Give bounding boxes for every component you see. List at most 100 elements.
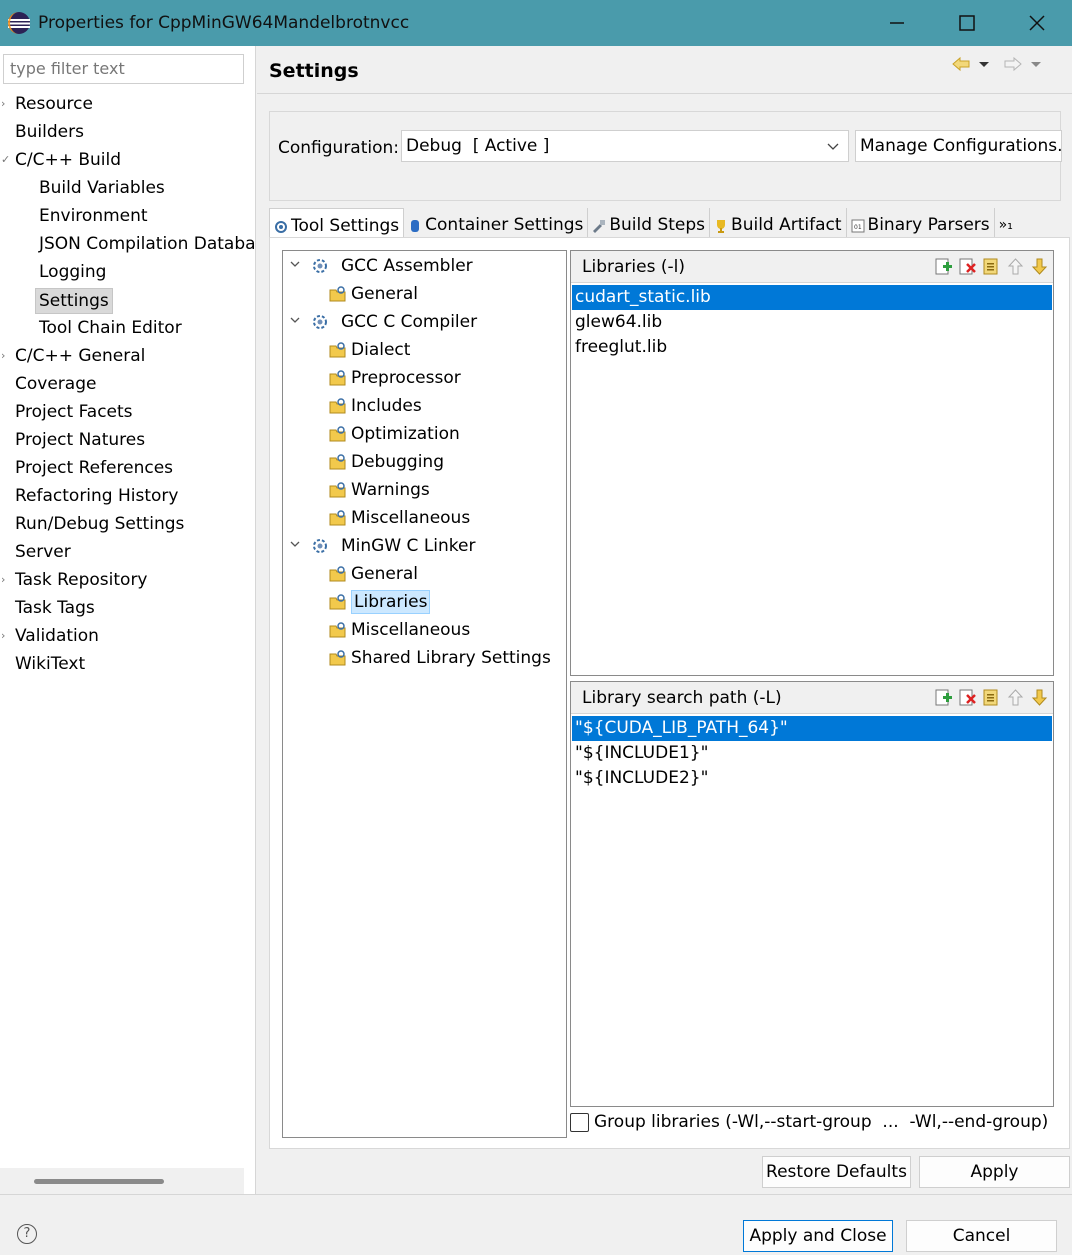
nav-item[interactable]: Environment — [0, 202, 256, 230]
tree-option-node[interactable]: General — [329, 281, 418, 307]
expanded-arrow-icon[interactable]: ✓ — [1, 146, 11, 174]
nav-item[interactable]: Project Natures — [0, 426, 256, 454]
group-libraries-checkbox[interactable]: Group libraries (-Wl,--start-group ... -… — [570, 1112, 1048, 1132]
search-path-title: Library search path (-L) — [582, 688, 782, 708]
nav-item[interactable]: › Task Repository — [0, 566, 256, 594]
tree-option-node[interactable]: Dialect — [329, 337, 410, 363]
expand-chevron-icon[interactable] — [289, 533, 303, 559]
collapsed-arrow-icon[interactable]: › — [1, 622, 11, 650]
trophy-icon — [714, 218, 728, 233]
add-icon[interactable] — [934, 688, 953, 707]
nav-item[interactable]: ✓ C/C++ Build — [0, 146, 256, 174]
nav-item-label: C/C++ General — [15, 346, 146, 366]
collapsed-arrow-icon[interactable]: › — [1, 342, 11, 370]
tree-tool-node[interactable]: MinGW C Linker — [289, 533, 475, 559]
tree-option-node[interactable]: Debugging — [329, 449, 444, 475]
configuration-select[interactable]: Debug [ Active ] — [401, 130, 849, 162]
checkbox-box[interactable] — [570, 1112, 589, 1132]
delete-icon[interactable] — [958, 257, 977, 276]
nav-item[interactable]: Build Variables — [0, 174, 256, 202]
tree-option-node[interactable]: Shared Library Settings — [329, 645, 551, 671]
option-folder-icon — [329, 565, 347, 583]
tree-option-node[interactable]: Preprocessor — [329, 365, 461, 391]
tab-binary-parsers[interactable]: 01 Binary Parsers — [847, 208, 995, 238]
nav-item[interactable]: Settings — [0, 286, 256, 314]
move-up-icon[interactable] — [1006, 688, 1025, 707]
nav-item[interactable]: Server — [0, 538, 256, 566]
list-item[interactable]: cudart_static.lib — [572, 285, 1052, 310]
manage-configurations-button[interactable]: Manage Configurations... — [855, 130, 1062, 162]
nav-item[interactable]: JSON Compilation Databa — [0, 230, 256, 258]
tab-label: Build Steps — [609, 215, 706, 235]
move-up-icon[interactable] — [1006, 257, 1025, 276]
delete-icon[interactable] — [958, 688, 977, 707]
back-dropdown-icon[interactable] — [976, 54, 998, 74]
list-item[interactable]: "${INCLUDE1}" — [572, 741, 1052, 766]
tree-option-node[interactable]: Warnings — [329, 477, 430, 503]
option-folder-icon — [329, 285, 347, 303]
minimize-button[interactable] — [862, 0, 932, 46]
add-icon[interactable] — [934, 257, 953, 276]
back-arrow-icon[interactable] — [950, 54, 972, 74]
nav-item[interactable]: Builders — [0, 118, 256, 146]
tree-option-node[interactable]: Libraries — [329, 589, 431, 615]
tree-option-node[interactable]: Miscellaneous — [329, 617, 470, 643]
configuration-value: Debug [ Active ] — [406, 136, 550, 156]
list-item[interactable]: "${CUDA_LIB_PATH_64}" — [572, 716, 1052, 741]
tree-option-node[interactable]: Optimization — [329, 421, 460, 447]
nav-item[interactable]: Project Facets — [0, 398, 256, 426]
forward-arrow-icon[interactable] — [1002, 54, 1024, 74]
tree-node-label: Miscellaneous — [351, 620, 471, 640]
tab-tool-settings[interactable]: Tool Settings — [269, 208, 405, 239]
search-path-items: "${CUDA_LIB_PATH_64}" "${INCLUDE1}" "${INC… — [571, 714, 1053, 791]
nav-item[interactable]: Run/Debug Settings — [0, 510, 256, 538]
maximize-button[interactable] — [932, 0, 1002, 46]
expand-chevron-icon[interactable] — [289, 253, 303, 279]
nav-item[interactable]: › Resource — [0, 90, 256, 118]
nav-item[interactable]: WikiText — [0, 650, 256, 678]
tree-option-node[interactable]: Miscellaneous — [329, 505, 470, 531]
help-icon[interactable]: ? — [17, 1224, 37, 1244]
nav-item[interactable]: Project References — [0, 454, 256, 482]
nav-item-label: C/C++ Build — [15, 150, 122, 170]
nav-item[interactable]: Task Tags — [0, 594, 256, 622]
tab-container-settings[interactable]: Container Settings — [404, 208, 589, 238]
edit-icon[interactable] — [982, 688, 1001, 707]
tab-build-artifact[interactable]: Build Artifact — [710, 208, 847, 238]
edit-icon[interactable] — [982, 257, 1001, 276]
move-down-icon[interactable] — [1030, 257, 1049, 276]
tree-option-node[interactable]: Includes — [329, 393, 422, 419]
nav-item[interactable]: Coverage — [0, 370, 256, 398]
restore-defaults-button[interactable]: Restore Defaults — [762, 1156, 911, 1188]
expand-chevron-icon[interactable] — [289, 309, 303, 335]
nav-item[interactable]: Tool Chain Editor — [0, 314, 256, 342]
maximize-icon — [959, 15, 975, 31]
forward-dropdown-icon[interactable] — [1028, 54, 1050, 74]
list-item[interactable]: "${INCLUDE2}" — [572, 766, 1052, 791]
scrollbar-thumb[interactable] — [34, 1179, 164, 1184]
tree-tool-node[interactable]: GCC C Compiler — [289, 309, 477, 335]
move-down-icon[interactable] — [1030, 688, 1049, 707]
group-libraries-label: Group libraries (-Wl,--start-group ... -… — [594, 1112, 1049, 1132]
filter-input[interactable]: type filter text — [3, 54, 244, 84]
tool-tree: GCC Assembler General GCC C Compiler Dialec… — [282, 250, 567, 1138]
nav-item[interactable]: Logging — [0, 258, 256, 286]
apply-button[interactable]: Apply — [919, 1156, 1070, 1188]
list-item[interactable]: glew64.lib — [572, 310, 1052, 335]
tree-tool-node[interactable]: GCC Assembler — [289, 253, 473, 279]
horizontal-scrollbar[interactable] — [0, 1168, 244, 1194]
apply-and-close-button[interactable]: Apply and Close — [743, 1220, 893, 1252]
nav-item[interactable]: Refactoring History — [0, 482, 256, 510]
tabs-overflow-button[interactable]: »₁ — [995, 208, 1017, 238]
tree-option-node[interactable]: General — [329, 561, 418, 587]
tab-build-steps[interactable]: Build Steps — [588, 208, 711, 238]
tree-node-label: Warnings — [351, 480, 430, 500]
collapsed-arrow-icon[interactable]: › — [1, 566, 11, 594]
close-button[interactable] — [1002, 0, 1072, 46]
tab-label: Binary Parsers — [867, 215, 990, 235]
cancel-button[interactable]: Cancel — [906, 1220, 1057, 1252]
nav-item[interactable]: › C/C++ General — [0, 342, 256, 370]
nav-item[interactable]: › Validation — [0, 622, 256, 650]
collapsed-arrow-icon[interactable]: › — [1, 90, 11, 118]
list-item[interactable]: freeglut.lib — [572, 335, 1052, 360]
